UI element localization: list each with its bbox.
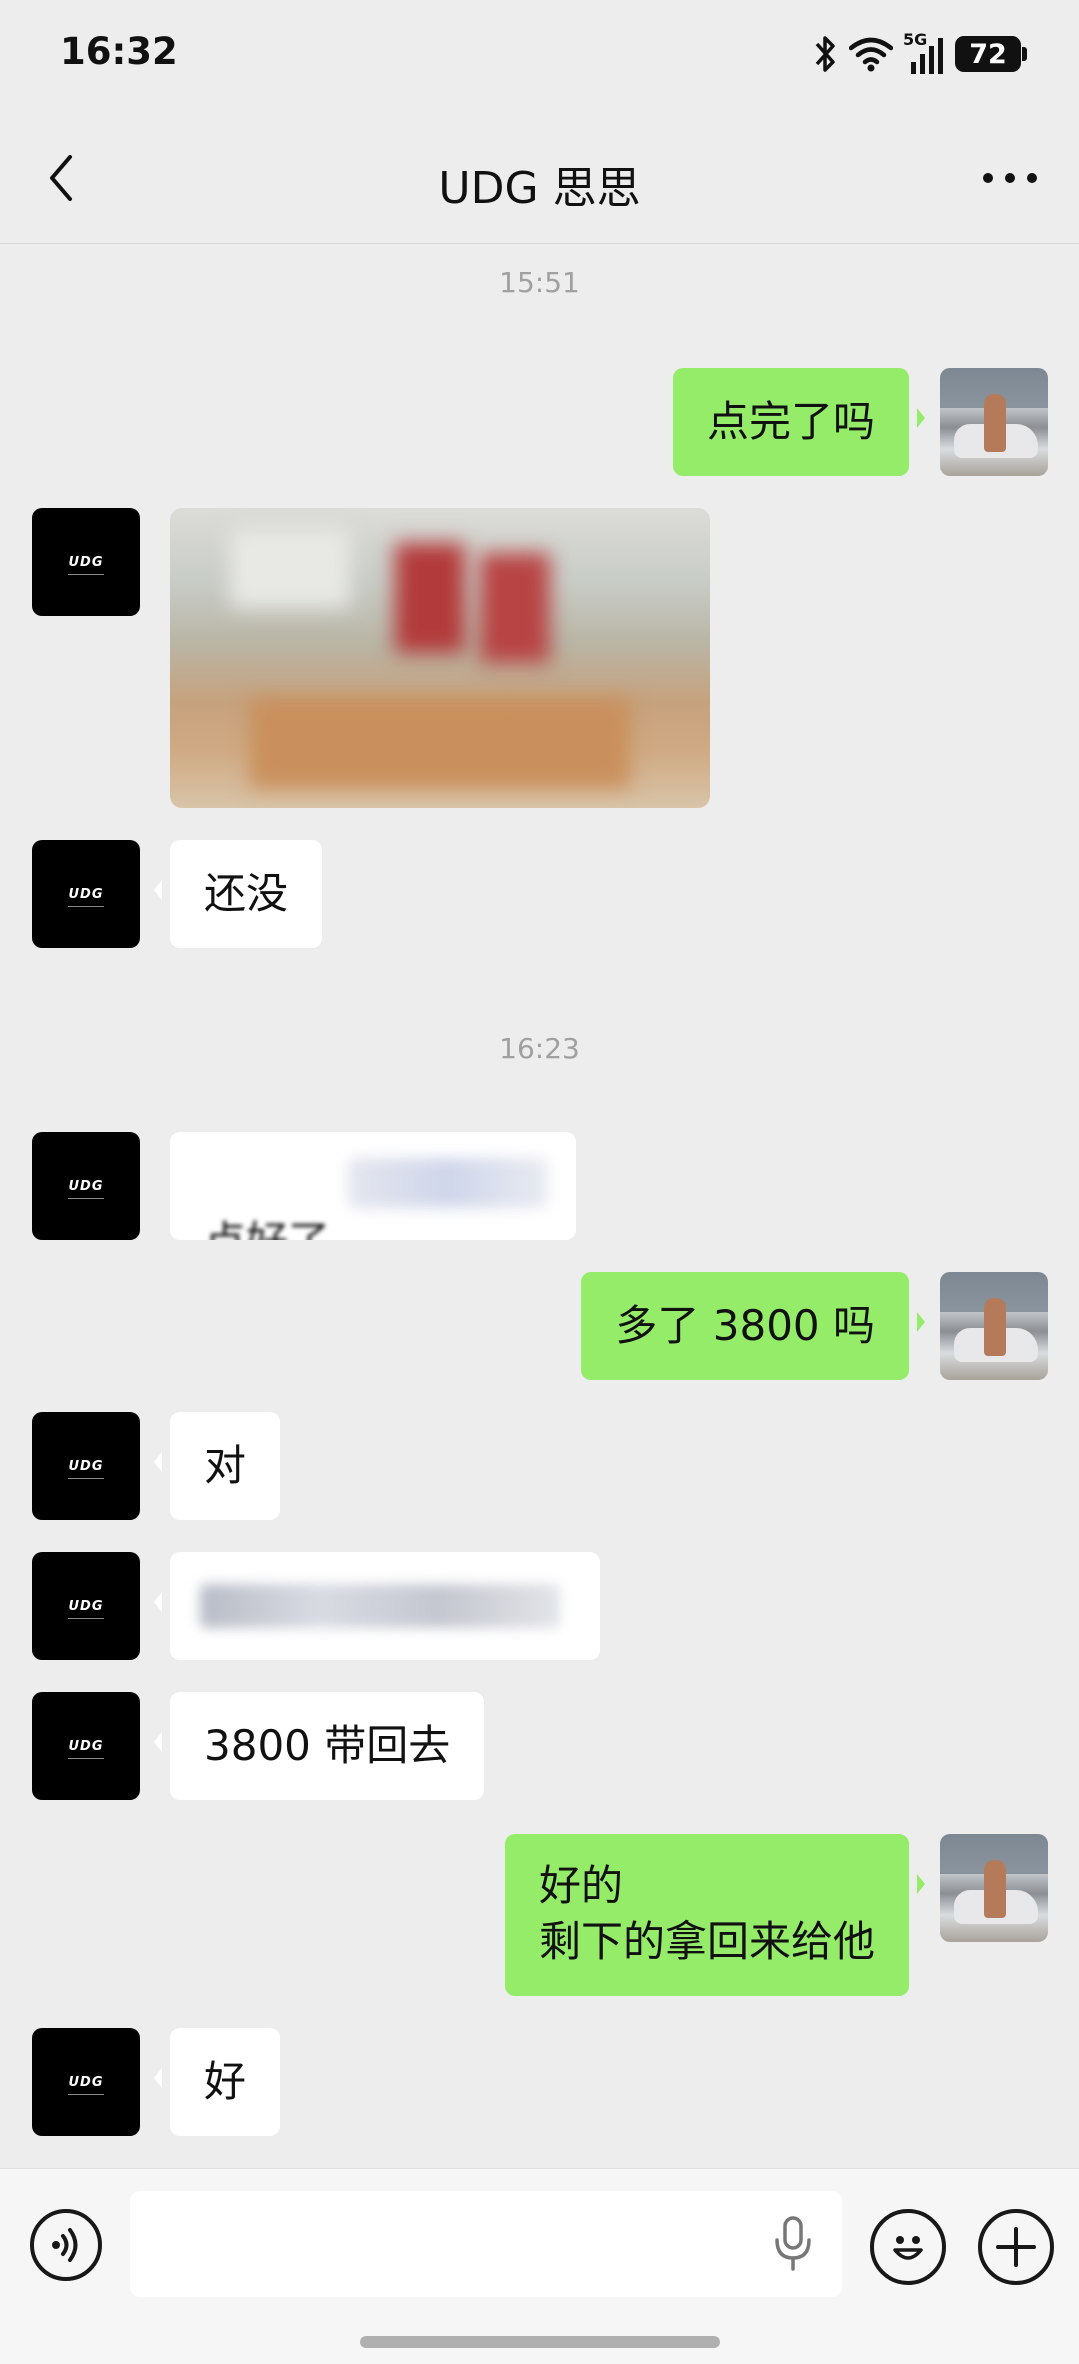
my-avatar[interactable] <box>940 1272 1048 1380</box>
contact-avatar[interactable]: UDG <box>32 508 140 616</box>
message-bubble-incoming[interactable]: 好 <box>153 2028 281 2136</box>
status-bar: 16:32 5G 72 <box>0 0 1079 110</box>
contact-avatar[interactable]: UDG <box>32 1552 140 1660</box>
message-input[interactable] <box>130 2191 842 2297</box>
message-bubble-outgoing[interactable]: 多了 3800 吗 <box>581 1272 925 1380</box>
plus-icon <box>996 2227 1036 2267</box>
home-indicator[interactable] <box>360 2336 720 2348</box>
udg-logo: UDG <box>68 1738 104 1759</box>
udg-logo: UDG <box>68 1178 104 1199</box>
wifi-icon <box>849 36 893 72</box>
signal-icon: 5G <box>903 30 945 76</box>
udg-logo: UDG <box>68 1598 104 1619</box>
contact-avatar[interactable]: UDG <box>32 1132 140 1240</box>
redacted-text <box>200 1584 560 1628</box>
emoji-button[interactable] <box>870 2209 946 2285</box>
udg-logo: UDG <box>68 1458 104 1479</box>
chat-title: UDG 思思 <box>438 163 641 214</box>
chat-header: UDG 思思 <box>0 110 1079 244</box>
bluetooth-icon <box>813 34 839 74</box>
input-bar <box>0 2168 1079 2364</box>
voice-button[interactable] <box>30 2209 102 2281</box>
contact-avatar[interactable]: UDG <box>32 1692 140 1800</box>
voice-icon <box>52 2228 78 2262</box>
status-time: 16:32 <box>60 30 178 73</box>
udg-logo: UDG <box>68 2074 104 2095</box>
emoji-icon <box>893 2236 923 2260</box>
message-bubble-outgoing[interactable]: 点完了吗 <box>672 368 926 476</box>
my-avatar[interactable] <box>940 1834 1048 1942</box>
message-bubble-incoming[interactable]: 对 <box>153 1412 281 1520</box>
microphone-icon[interactable] <box>770 2215 816 2273</box>
message-text: 点好了 <box>204 1217 330 1240</box>
timestamp: 16:23 <box>499 1032 580 1065</box>
contact-avatar[interactable]: UDG <box>32 1412 140 1520</box>
redacted-text <box>348 1158 548 1208</box>
more-button[interactable] <box>977 150 1043 206</box>
udg-logo: UDG <box>68 886 104 907</box>
udg-logo: UDG <box>68 554 104 575</box>
status-icons: 5G 72 <box>813 30 1027 78</box>
message-bubble-incoming[interactable]: 还没 <box>153 840 323 948</box>
message-bubble-incoming[interactable]: 点好了 <box>170 1132 576 1240</box>
plus-button[interactable] <box>978 2209 1054 2285</box>
battery-icon: 72 <box>955 36 1027 72</box>
message-list[interactable]: 15:51 点完了吗 UDG UDG 还没 16:23 UDG 点好了 多了 3… <box>0 0 1079 2168</box>
contact-avatar[interactable]: UDG <box>32 2028 140 2136</box>
message-bubble-redacted[interactable] <box>154 1552 600 1660</box>
my-avatar[interactable] <box>940 368 1048 476</box>
contact-avatar[interactable]: UDG <box>32 840 140 948</box>
message-bubble-outgoing[interactable]: 好的 剩下的拿回来给他 <box>504 1834 926 1996</box>
message-bubble-incoming[interactable]: 3800 带回去 <box>153 1692 485 1800</box>
timestamp: 15:51 <box>499 266 580 299</box>
more-dots-icon <box>983 173 1037 183</box>
image-message-blurred[interactable] <box>170 508 710 808</box>
